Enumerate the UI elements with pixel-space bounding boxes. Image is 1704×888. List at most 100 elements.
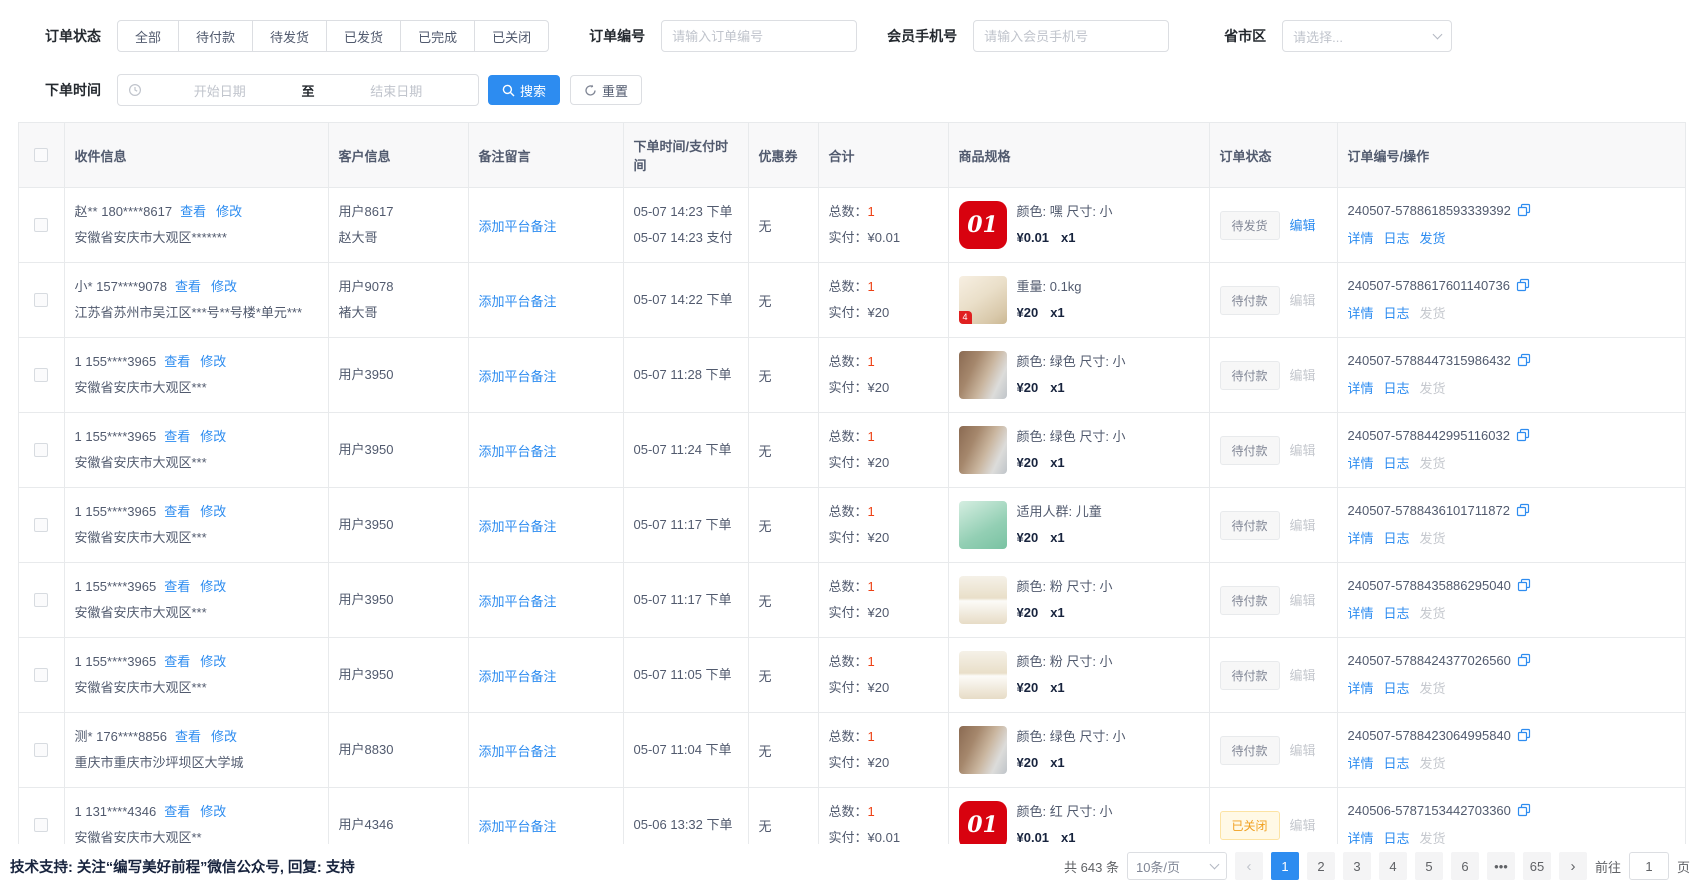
modify-link[interactable]: 修改 [211,279,237,294]
view-link[interactable]: 查看 [164,429,190,444]
add-remark-link[interactable]: 添加平台备注 [479,669,557,684]
view-link[interactable]: 查看 [164,654,190,669]
edit-link[interactable]: 编辑 [1290,218,1316,233]
log-link[interactable]: 日志 [1384,381,1410,396]
log-link[interactable]: 日志 [1384,531,1410,546]
detail-link[interactable]: 详情 [1348,456,1374,471]
order-status-tab-2[interactable]: 待发货 [252,20,327,52]
modify-link[interactable]: 修改 [216,204,242,219]
page-button-1[interactable]: 1 [1271,852,1299,880]
add-remark-link[interactable]: 添加平台备注 [479,369,557,384]
member-phone-input[interactable] [973,20,1169,52]
copy-icon[interactable] [1517,355,1531,370]
select-all-checkbox[interactable] [34,148,48,162]
copy-icon[interactable] [1517,655,1531,670]
view-link[interactable]: 查看 [175,729,201,744]
detail-link[interactable]: 详情 [1348,681,1374,696]
log-link[interactable]: 日志 [1384,681,1410,696]
modify-link[interactable]: 修改 [200,654,226,669]
log-link[interactable]: 日志 [1384,231,1410,246]
paid-amount: ¥20 [868,680,890,695]
product-spec: 颜色: 红 尺寸: 小 [1017,799,1113,825]
order-status-tab-4[interactable]: 已完成 [400,20,475,52]
add-remark-link[interactable]: 添加平台备注 [479,819,557,834]
row-checkbox[interactable] [34,218,48,232]
view-link[interactable]: 查看 [164,579,190,594]
view-link[interactable]: 查看 [164,504,190,519]
row-checkbox[interactable] [34,443,48,457]
modify-link[interactable]: 修改 [200,804,226,819]
order-time-range-picker[interactable]: 开始日期 至 结束日期 [117,74,479,106]
row-checkbox[interactable] [34,368,48,382]
detail-link[interactable]: 详情 [1348,531,1374,546]
coupon-text: 无 [759,669,772,684]
row-checkbox[interactable] [34,668,48,682]
add-remark-link[interactable]: 添加平台备注 [479,519,557,534]
add-remark-link[interactable]: 添加平台备注 [479,219,557,234]
detail-link[interactable]: 详情 [1348,231,1374,246]
search-button[interactable]: 搜索 [488,75,560,105]
log-link[interactable]: 日志 [1384,756,1410,771]
view-link[interactable]: 查看 [180,204,206,219]
order-status-tab-5[interactable]: 已关闭 [474,20,549,52]
copy-icon[interactable] [1517,580,1531,595]
next-page-button[interactable]: › [1559,852,1587,880]
view-link[interactable]: 查看 [164,804,190,819]
detail-link[interactable]: 详情 [1348,306,1374,321]
copy-icon[interactable] [1516,280,1530,295]
copy-icon[interactable] [1517,805,1531,820]
detail-link[interactable]: 详情 [1348,756,1374,771]
row-checkbox[interactable] [34,518,48,532]
status-badge: 待付款 [1220,286,1280,315]
copy-icon[interactable] [1516,430,1530,445]
log-link[interactable]: 日志 [1384,456,1410,471]
row-checkbox[interactable] [34,818,48,832]
row-checkbox[interactable] [34,293,48,307]
log-link[interactable]: 日志 [1384,306,1410,321]
copy-icon[interactable] [1517,205,1531,220]
modify-link[interactable]: 修改 [200,354,226,369]
reset-button[interactable]: 重置 [570,75,642,105]
detail-link[interactable]: 详情 [1348,831,1374,844]
page-button-6[interactable]: 6 [1451,852,1479,880]
order-time-label: 下单时间 [45,80,101,100]
total-count: 1 [868,504,875,519]
order-status-tab-3[interactable]: 已发货 [326,20,401,52]
modify-link[interactable]: 修改 [200,429,226,444]
view-link[interactable]: 查看 [164,354,190,369]
product-image-label: 4 [959,311,972,324]
copy-icon[interactable] [1516,505,1530,520]
order-status-tab-0[interactable]: 全部 [117,20,179,52]
row-checkbox[interactable] [34,743,48,757]
paid-label: 实付： [829,380,868,395]
page-button-2[interactable]: 2 [1307,852,1335,880]
order-no-line: 240507-5788423064995840 [1348,723,1676,751]
add-remark-link[interactable]: 添加平台备注 [479,744,557,759]
log-link[interactable]: 日志 [1384,831,1410,844]
paid-amount: ¥20 [868,755,890,770]
region-select[interactable]: 请选择... [1282,20,1452,52]
page-button-4[interactable]: 4 [1379,852,1407,880]
order-status-tab-1[interactable]: 待付款 [178,20,253,52]
page-button-5[interactable]: 5 [1415,852,1443,880]
order-no-input[interactable] [661,20,857,52]
add-remark-link[interactable]: 添加平台备注 [479,444,557,459]
modify-link[interactable]: 修改 [200,504,226,519]
log-link[interactable]: 日志 [1384,606,1410,621]
page-button-65[interactable]: 65 [1523,852,1551,880]
row-checkbox[interactable] [34,593,48,607]
detail-link[interactable]: 详情 [1348,381,1374,396]
goto-page-input[interactable] [1629,852,1669,880]
view-link[interactable]: 查看 [175,279,201,294]
detail-link[interactable]: 详情 [1348,606,1374,621]
prev-page-button[interactable]: ‹ [1235,852,1263,880]
ship-link[interactable]: 发货 [1420,231,1446,246]
page-button-3[interactable]: 3 [1343,852,1371,880]
page-ellipsis-button[interactable]: ••• [1487,852,1515,880]
modify-link[interactable]: 修改 [211,729,237,744]
add-remark-link[interactable]: 添加平台备注 [479,294,557,309]
add-remark-link[interactable]: 添加平台备注 [479,594,557,609]
modify-link[interactable]: 修改 [200,579,226,594]
copy-icon[interactable] [1517,730,1531,745]
page-size-select[interactable]: 10条/页 [1127,852,1227,880]
